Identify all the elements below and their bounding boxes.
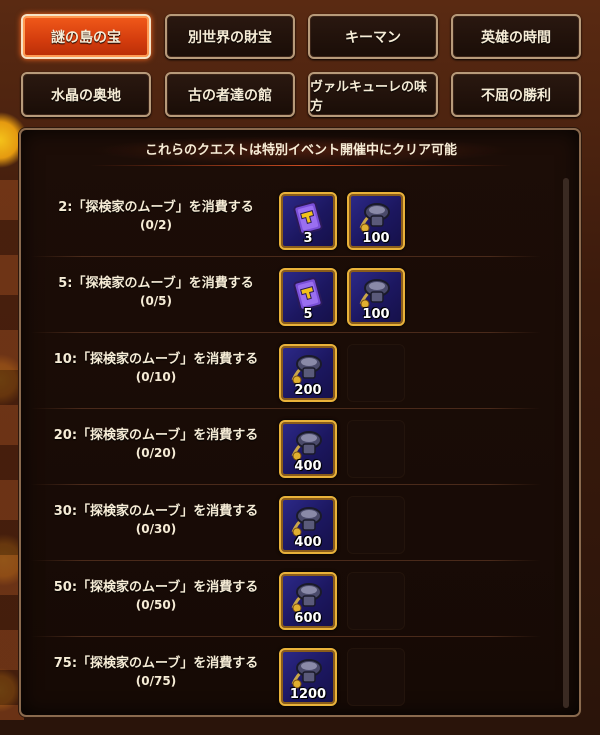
quest-row: 20:「探検家のムーブ」を消費する (0/20) 400 [21, 408, 541, 485]
panel-banner: これらのクエストは特別イベント開催中にクリア可能 [91, 136, 511, 166]
quest-row: 5:「探検家のムーブ」を消費する (0/5) 5 100 [21, 256, 541, 333]
quest-row: 75:「探検家のムーブ」を消費する (0/75) 1200 [21, 636, 541, 712]
reward-quantity: 100 [362, 231, 390, 246]
empty-reward-slot [347, 420, 405, 478]
reward-quantity: 3 [303, 231, 313, 246]
reward-slot[interactable]: 100 [347, 268, 405, 326]
quest-title: 30:「探検家のムーブ」を消費する [53, 504, 259, 519]
tab-otherworld-treasure[interactable]: 別世界の財宝 [165, 14, 295, 59]
reward-quantity: 200 [294, 383, 322, 398]
quest-progress: (0/20) [135, 446, 177, 460]
reward-quantity: 100 [362, 307, 390, 322]
quest-row: 10:「探検家のムーブ」を消費する (0/10) 200 [21, 332, 541, 409]
reward-quantity: 600 [294, 611, 322, 626]
quest-title: 75:「探検家のムーブ」を消費する [53, 656, 259, 671]
tab-ancients-hall[interactable]: 古の者達の館 [165, 72, 295, 117]
tab-crystal-depths[interactable]: 水晶の奥地 [21, 72, 151, 117]
quest-title: 20:「探検家のムーブ」を消費する [53, 428, 259, 443]
quest-title: 50:「探検家のムーブ」を消費する [53, 580, 259, 595]
reward-quantity: 5 [303, 307, 313, 322]
quest-row: 30:「探検家のムーブ」を消費する (0/30) 400 [21, 484, 541, 561]
empty-reward-slot [347, 496, 405, 554]
quest-row: 50:「探検家のムーブ」を消費する (0/50) 600 [21, 560, 541, 637]
quest-title: 2:「探検家のムーブ」を消費する [58, 200, 254, 215]
reward-slot[interactable]: 400 [279, 420, 337, 478]
quest-panel: これらのクエストは特別イベント開催中にクリア可能 2:「探検家のムーブ」を消費す… [19, 128, 581, 717]
quest-progress: (0/2) [139, 218, 173, 232]
empty-reward-slot [347, 648, 405, 706]
scrollbar-thumb[interactable] [563, 178, 569, 708]
quest-progress: (0/5) [139, 294, 173, 308]
event-tabs: 謎の島の宝 別世界の財宝 キーマン 英雄の時間 水晶の奥地 古の者達の館 ヴァル… [21, 14, 581, 118]
tab-mysterious-island[interactable]: 謎の島の宝 [21, 14, 151, 59]
reward-quantity: 1200 [289, 687, 327, 702]
scrollbar[interactable] [563, 178, 569, 708]
reward-slot[interactable]: 100 [347, 192, 405, 250]
tab-indomitable-victory[interactable]: 不屈の勝利 [451, 72, 581, 117]
empty-reward-slot [347, 344, 405, 402]
tab-hero-time[interactable]: 英雄の時間 [451, 14, 581, 59]
quest-progress: (0/75) [135, 674, 177, 688]
tab-valkyrie-ally[interactable]: ヴァルキューレの味方 [308, 72, 438, 117]
reward-slot[interactable]: 400 [279, 496, 337, 554]
reward-slot[interactable]: 200 [279, 344, 337, 402]
quest-title: 10:「探検家のムーブ」を消費する [53, 352, 259, 367]
reward-slot[interactable]: 600 [279, 572, 337, 630]
reward-slot[interactable]: 3 [279, 192, 337, 250]
reward-slot[interactable]: 1200 [279, 648, 337, 706]
quest-progress: (0/10) [135, 370, 177, 384]
reward-quantity: 400 [294, 535, 322, 550]
quest-row: 2:「探検家のムーブ」を消費する (0/2) 3 100 [21, 180, 541, 257]
quest-progress: (0/30) [135, 522, 177, 536]
reward-slot[interactable]: 5 [279, 268, 337, 326]
quest-progress: (0/50) [135, 598, 177, 612]
reward-quantity: 400 [294, 459, 322, 474]
empty-reward-slot [347, 572, 405, 630]
tab-key-man[interactable]: キーマン [308, 14, 438, 59]
quest-title: 5:「探検家のムーブ」を消費する [58, 276, 254, 291]
